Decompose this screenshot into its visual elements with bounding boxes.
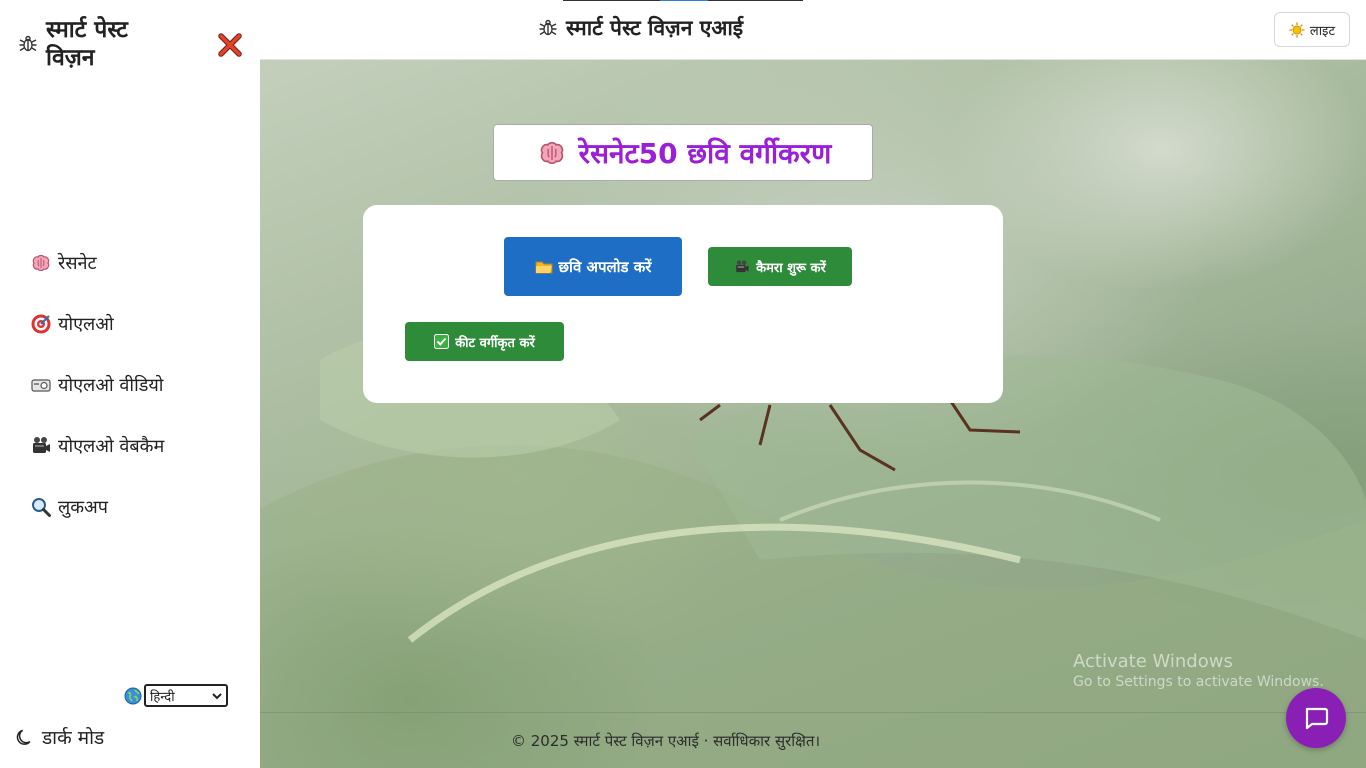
sidebar-item-label: योएलओ वीडियो	[58, 374, 164, 396]
dark-mode-label: डार्क मोड	[42, 727, 105, 749]
classify-pest-button[interactable]: कीट वर्गीकृत करें	[405, 322, 564, 361]
upload-image-label: छवि अपलोड करें	[558, 257, 652, 276]
brain-icon	[540, 141, 563, 164]
target-icon	[31, 314, 51, 333]
page-title-box: रेसनेट50 छवि वर्गीकरण	[493, 124, 873, 181]
camera-icon	[33, 436, 50, 453]
sidebar-item-yolo-webcam[interactable]: योएलओ वेबकैम	[30, 415, 230, 476]
magnifier-icon	[32, 497, 51, 517]
start-camera-label: कैमरा शुरू करें	[756, 260, 826, 276]
camera-icon	[736, 259, 749, 272]
brand-line-2: विज़न	[46, 45, 95, 71]
footer-divider	[260, 712, 1366, 713]
bug-icon	[539, 19, 557, 36]
sun-icon	[1289, 22, 1305, 37]
upload-image-button[interactable]: छवि अपलोड करें	[504, 237, 682, 296]
bug-icon	[19, 35, 37, 52]
chat-icon	[1305, 707, 1329, 730]
language-select[interactable]: हिन्दी	[144, 684, 228, 707]
brand: स्मार्ट पेस्ट विज़न	[18, 16, 196, 72]
brand-name: स्मार्ट पेस्ट विज़न	[46, 16, 196, 72]
sidebar-item-label: लुकअप	[58, 496, 109, 518]
page-title: रेसनेट50 छवि वर्गीकरण	[578, 136, 832, 170]
sidebar-item-yolo-video[interactable]: योएलओ वीडियो	[30, 354, 230, 415]
windows-activation-watermark: Activate Windows Go to Settings to activ…	[1073, 651, 1324, 690]
top-header: स्मार्ट पेस्ट विज़न एआई लाइट	[260, 0, 1366, 60]
sidebar-item-resnet[interactable]: रेसनेट	[30, 232, 230, 293]
sidebar-nav: रेसनेट योएलओ योएलओ वीडियो योएलओ वेबकैम ल…	[30, 232, 230, 537]
brain-icon	[32, 254, 50, 271]
brand-line-1: स्मार्ट पेस्ट	[46, 17, 128, 43]
dark-mode-toggle[interactable]: डार्क मोड	[16, 724, 104, 750]
header-progress-strip	[563, 0, 803, 1]
theme-toggle-label: लाइट	[1309, 23, 1335, 39]
theme-toggle-button[interactable]: लाइट	[1273, 12, 1350, 47]
projector-icon	[31, 378, 51, 392]
close-sidebar-icon[interactable]	[217, 32, 243, 58]
footer-copyright: © 2025 स्मार्ट पेस्ट विज़न एआई · सर्वाधि…	[511, 732, 821, 750]
start-camera-button[interactable]: कैमरा शुरू करें	[708, 247, 852, 286]
classify-pest-label: कीट वर्गीकृत करें	[455, 335, 535, 351]
chat-button[interactable]	[1286, 688, 1346, 748]
watermark-line-1: Activate Windows	[1073, 651, 1233, 672]
sidebar: स्मार्ट पेस्ट विज़न रेसनेट योएलओ योएलओ व…	[0, 0, 260, 768]
chevron-down-icon	[212, 692, 222, 699]
classification-card: छवि अपलोड करें कैमरा शुरू करें कीट वर्गी…	[363, 205, 1003, 403]
moon-icon	[16, 729, 31, 745]
language-switcher: हिन्दी	[124, 684, 228, 707]
header-title: स्मार्ट पेस्ट विज़न एआई	[538, 14, 743, 42]
sidebar-item-label: योएलओ	[58, 313, 114, 335]
folder-icon	[535, 261, 553, 273]
sidebar-item-lookup[interactable]: लुकअप	[30, 476, 230, 537]
watermark-line-2: Go to Settings to activate Windows.	[1073, 674, 1324, 690]
globe-icon	[124, 687, 142, 704]
sidebar-item-label: रेसनेट	[58, 252, 97, 274]
language-selected-value: हिन्दी	[150, 689, 175, 705]
sidebar-item-yolo[interactable]: योएलओ	[30, 293, 230, 354]
sidebar-item-label: योएलओ वेबकैम	[58, 435, 165, 457]
header-title-text: स्मार्ट पेस्ट विज़न एआई	[566, 16, 744, 40]
check-icon	[434, 334, 450, 349]
